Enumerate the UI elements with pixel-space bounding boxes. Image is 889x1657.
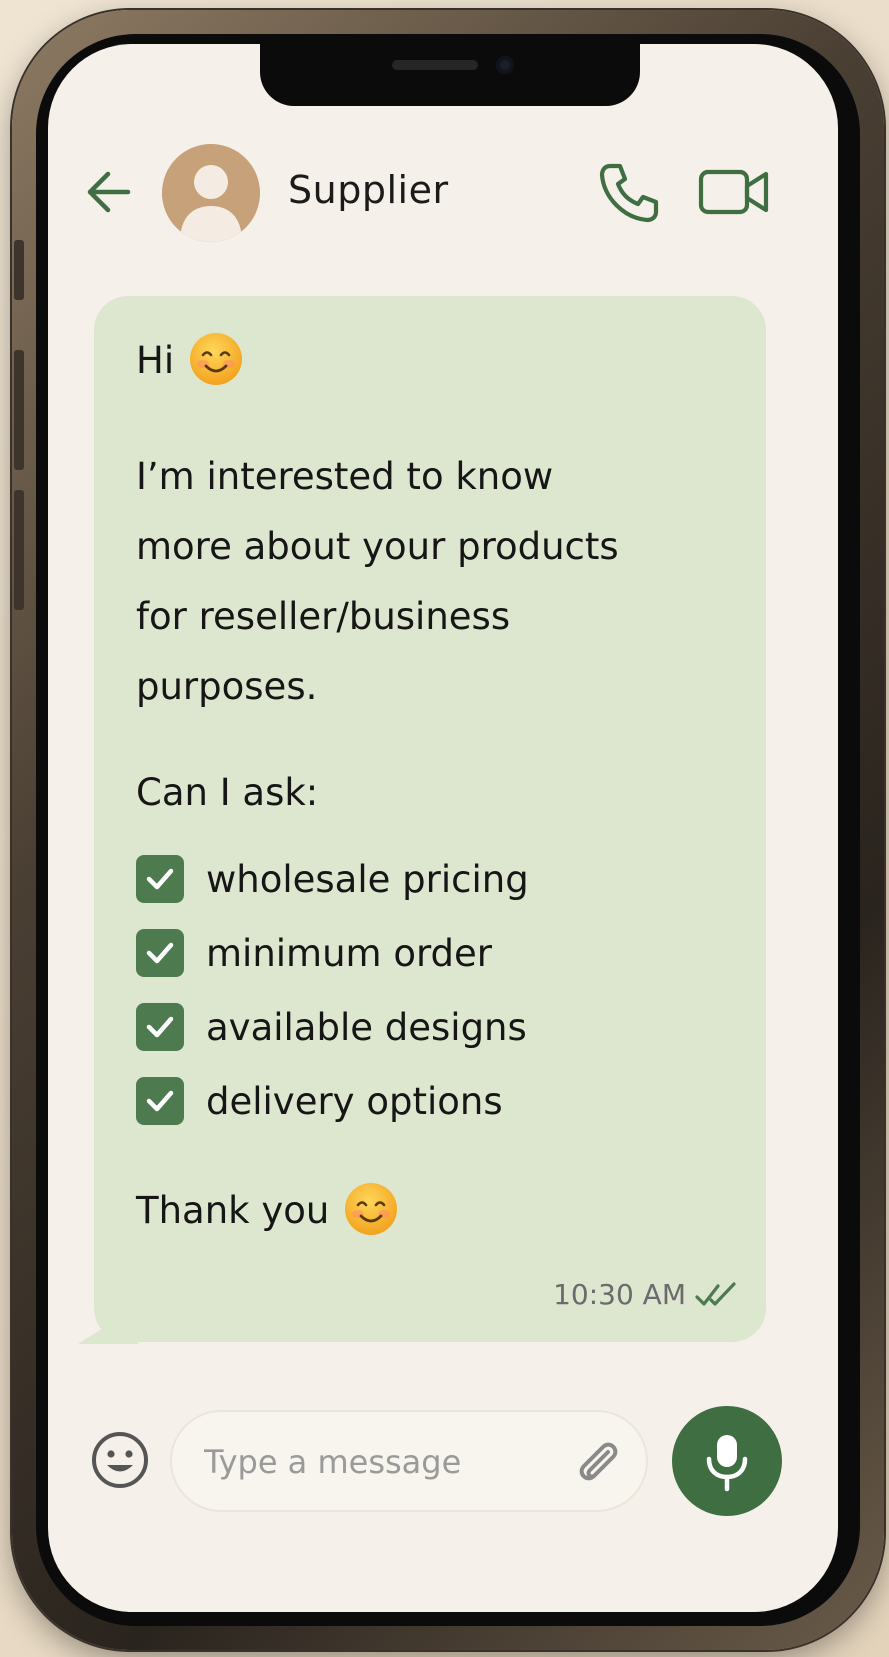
mute-switch [14,240,24,300]
checklist-label: wholesale pricing [206,857,529,901]
emoji-button[interactable] [88,1428,152,1492]
closing-text: Thank you [136,1189,330,1232]
volume-down-button [14,490,24,610]
message-paragraph: I’m interested to know more about your p… [136,442,619,722]
video-call-button[interactable] [698,164,770,220]
paragraph-line: purposes. [136,665,318,708]
ask-line: Can I ask: [136,771,319,814]
checkbox-checked-icon [136,1003,184,1051]
checklist-item: delivery options [136,1064,529,1138]
volume-up-button [14,350,24,470]
closing-line: Thank you [136,1176,399,1246]
paragraph-line: more about your products [136,525,619,568]
checkbox-checked-icon [136,929,184,977]
contact-name[interactable]: Supplier [288,168,449,212]
message-input[interactable] [202,1436,566,1488]
chat-header: Supplier [48,140,838,244]
checklist-item: minimum order [136,916,529,990]
smiling-face-icon [190,332,243,385]
smiling-face-icon [345,1182,398,1235]
video-camera-icon [698,169,769,215]
voice-call-button[interactable] [596,160,662,226]
paperclip-icon [579,1442,618,1481]
checklist: wholesale pricing minimum order availabl… [136,842,529,1138]
greeting-line: Hi [136,326,244,396]
paragraph-line: I’m interested to know [136,455,554,498]
greeting-text: Hi [136,339,175,382]
checkbox-checked-icon [136,855,184,903]
attach-button[interactable] [570,1436,624,1490]
paragraph-line: for reseller/business [136,595,511,638]
notch [260,44,640,106]
stage-background: Supplier Hi I’m interested to know more … [0,0,889,1657]
checklist-label: available designs [206,1005,527,1049]
microphone-icon [706,1435,748,1492]
voice-message-button[interactable] [672,1406,782,1516]
message-meta: 10:30 AM [553,1278,742,1311]
message-bubble[interactable]: Hi I’m interested to know more about you… [94,296,766,1342]
emoji-icon [92,1432,148,1488]
checkbox-checked-icon [136,1077,184,1125]
checklist-item: wholesale pricing [136,842,529,916]
checklist-item: available designs [136,990,529,1064]
message-timestamp: 10:30 AM [553,1278,686,1311]
user-silhouette-icon [162,144,260,242]
earpiece-speaker [392,60,478,70]
message-input-container [170,1410,648,1512]
arrow-left-icon [87,171,131,213]
back-button[interactable] [82,164,138,220]
checklist-label: delivery options [206,1079,503,1123]
contact-avatar[interactable] [162,144,260,242]
checklist-label: minimum order [206,931,493,975]
front-camera [496,56,514,74]
double-check-icon [695,1281,736,1306]
phone-icon [599,163,659,223]
phone-screen: Supplier Hi I’m interested to know more … [48,44,838,1612]
